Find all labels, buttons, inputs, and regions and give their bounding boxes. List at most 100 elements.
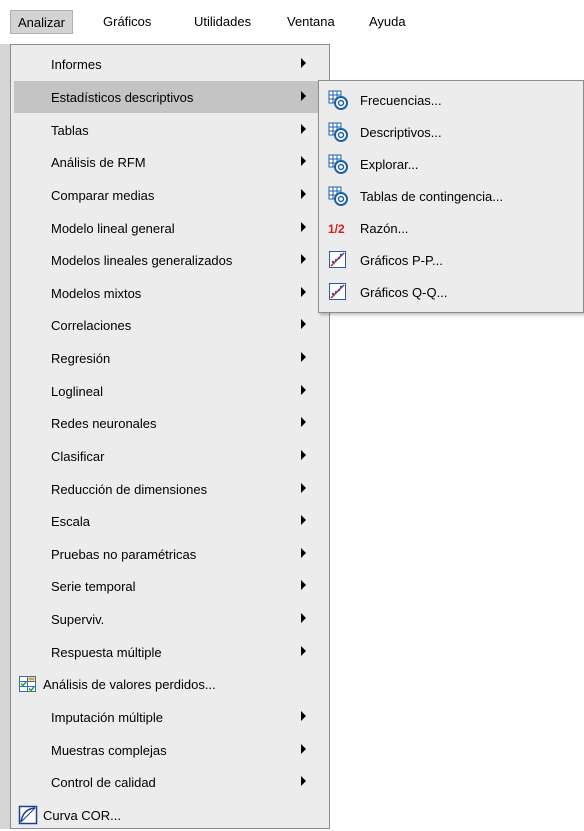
submenu-item-graficos-pp[interactable]: Gráficos P-P... xyxy=(321,244,581,276)
menu-item-label: Correlaciones xyxy=(51,317,132,333)
submenu-item-label: Razón... xyxy=(360,220,409,236)
submenu-arrow-icon xyxy=(301,515,306,525)
svg-text:1/2: 1/2 xyxy=(328,222,345,236)
menu-item-redes-neuronales[interactable]: Redes neuronales xyxy=(14,407,326,439)
menu-ventana[interactable]: Ventana xyxy=(280,10,342,34)
submenu-arrow-icon xyxy=(301,613,306,623)
menu-item-label: Curva COR... xyxy=(43,807,122,823)
submenu-arrow-icon xyxy=(301,646,306,656)
menu-item-pruebas-no-parametricas[interactable]: Pruebas no paramétricas xyxy=(14,538,326,570)
submenu-item-graficos-qq[interactable]: Gráficos Q-Q... xyxy=(321,276,581,308)
submenu-item-label: Gráficos P-P... xyxy=(360,252,443,268)
submenu-item-label: Tablas de contingencia... xyxy=(360,188,504,204)
submenu-arrow-icon xyxy=(301,124,306,134)
menu-item-muestras-complejas[interactable]: Muestras complejas xyxy=(14,734,326,766)
submenu-arrow-icon xyxy=(301,352,306,362)
submenu-arrow-icon xyxy=(301,744,306,754)
menu-utilidades[interactable]: Utilidades xyxy=(187,10,258,34)
menu-item-loglineal[interactable]: Loglineal xyxy=(14,375,326,407)
menu-item-label: Control de calidad xyxy=(51,774,156,790)
submenu-arrow-icon xyxy=(301,450,306,460)
menu-item-label: Respuesta múltiple xyxy=(51,644,162,660)
menu-item-serie-temporal[interactable]: Serie temporal xyxy=(14,570,326,602)
menu-item-reduccion-dimensiones[interactable]: Reducción de dimensiones xyxy=(14,473,326,505)
submenu-arrow-icon xyxy=(301,287,306,297)
menu-item-analisis-rfm[interactable]: Análisis de RFM xyxy=(14,146,326,178)
submenu-item-label: Explorar... xyxy=(360,156,419,172)
submenu-arrow-icon xyxy=(301,222,306,232)
menu-ayuda[interactable]: Ayuda xyxy=(362,10,413,34)
menu-item-modelo-lineal-general[interactable]: Modelo lineal general xyxy=(14,212,326,244)
submenu-arrow-icon xyxy=(301,417,306,427)
menu-item-label: Regresión xyxy=(51,350,111,366)
submenu-arrow-icon xyxy=(301,548,306,558)
menu-item-label: Estadísticos descriptivos xyxy=(51,89,194,105)
menu-item-escala[interactable]: Escala xyxy=(14,505,326,537)
roc-curve-icon xyxy=(18,805,38,825)
menu-item-informes[interactable]: Informes xyxy=(14,48,326,80)
estadisticos-descriptivos-submenu: Frecuencias... Descriptivos... Explorar.… xyxy=(318,80,584,313)
qq-plot-icon xyxy=(329,283,346,300)
submenu-item-label: Descriptivos... xyxy=(360,124,442,140)
submenu-arrow-icon xyxy=(301,58,306,68)
menu-item-superviv[interactable]: Superviv. xyxy=(14,603,326,635)
submenu-item-label: Frecuencias... xyxy=(360,92,442,108)
menu-item-label: Modelos mixtos xyxy=(51,285,142,301)
analizar-dropdown: Informes Estadísticos descriptivos Tabla… xyxy=(10,44,330,829)
menu-item-modelos-lineales-generalizados[interactable]: Modelos lineales generalizados xyxy=(14,244,326,276)
submenu-item-label: Gráficos Q-Q... xyxy=(360,284,448,300)
frequencies-icon xyxy=(328,90,348,110)
submenu-arrow-icon xyxy=(301,483,306,493)
menu-item-label: Informes xyxy=(51,56,102,72)
menu-graficos[interactable]: Gráficos xyxy=(96,10,158,34)
descriptives-icon xyxy=(328,122,348,142)
submenu-arrow-icon xyxy=(301,711,306,721)
submenu-arrow-icon xyxy=(301,385,306,395)
submenu-item-frecuencias[interactable]: Frecuencias... xyxy=(321,84,581,116)
submenu-arrow-icon xyxy=(301,156,306,166)
menu-item-comparar-medias[interactable]: Comparar medias xyxy=(14,179,326,211)
menu-item-control-calidad[interactable]: Control de calidad xyxy=(14,766,326,798)
submenu-arrow-icon xyxy=(301,189,306,199)
menu-item-regresion[interactable]: Regresión xyxy=(14,342,326,374)
menu-item-tablas[interactable]: Tablas xyxy=(14,114,326,146)
menu-item-label: Muestras complejas xyxy=(51,742,167,758)
menu-item-imputacion-multiple[interactable]: Imputación múltiple xyxy=(14,701,326,733)
menu-item-label: Análisis de valores perdidos... xyxy=(43,676,216,692)
menu-item-clasificar[interactable]: Clasificar xyxy=(14,440,326,472)
missing-values-icon xyxy=(19,676,36,692)
menu-item-curva-cor[interactable]: Curva COR... xyxy=(14,799,326,831)
menu-item-label: Modelo lineal general xyxy=(51,220,175,236)
menu-item-label: Reducción de dimensiones xyxy=(51,481,208,497)
menu-item-label: Tablas xyxy=(51,122,89,138)
submenu-arrow-icon xyxy=(301,580,306,590)
menu-analizar[interactable]: Analizar xyxy=(10,10,73,34)
menu-item-label: Serie temporal xyxy=(51,578,136,594)
menu-item-label: Loglineal xyxy=(51,383,104,399)
menu-item-modelos-mixtos[interactable]: Modelos mixtos xyxy=(14,277,326,309)
pp-plot-icon xyxy=(329,251,346,268)
menu-item-analisis-valores-perdidos[interactable]: Análisis de valores perdidos... xyxy=(14,668,326,700)
menu-bar: Analizar Gráficos Utilidades Ventana Ayu… xyxy=(0,0,584,45)
menu-item-label: Superviv. xyxy=(51,611,105,627)
menu-item-label: Modelos lineales generalizados xyxy=(51,252,233,268)
submenu-item-tablas-contingencia[interactable]: Tablas de contingencia... xyxy=(321,180,581,212)
ratio-icon: 1/2 xyxy=(328,222,345,236)
menu-item-estadisticos-descriptivos[interactable]: Estadísticos descriptivos xyxy=(14,81,326,113)
submenu-item-razon[interactable]: 1/2 Razón... xyxy=(321,212,581,244)
submenu-item-explorar[interactable]: Explorar... xyxy=(321,148,581,180)
submenu-arrow-icon xyxy=(301,319,306,329)
menu-item-correlaciones[interactable]: Correlaciones xyxy=(14,309,326,341)
menu-item-label: Análisis de RFM xyxy=(51,154,146,170)
explore-icon xyxy=(328,154,348,174)
menu-item-label: Imputación múltiple xyxy=(51,709,163,725)
submenu-arrow-icon xyxy=(301,776,306,786)
menu-item-label: Pruebas no paramétricas xyxy=(51,546,197,562)
menu-item-label: Escala xyxy=(51,513,91,529)
menu-item-respuesta-multiple[interactable]: Respuesta múltiple xyxy=(14,636,326,668)
submenu-item-descriptivos[interactable]: Descriptivos... xyxy=(321,116,581,148)
menu-item-label: Comparar medias xyxy=(51,187,155,203)
menu-item-label: Clasificar xyxy=(51,448,105,464)
submenu-arrow-icon xyxy=(301,91,306,101)
crosstabs-icon xyxy=(328,186,348,206)
